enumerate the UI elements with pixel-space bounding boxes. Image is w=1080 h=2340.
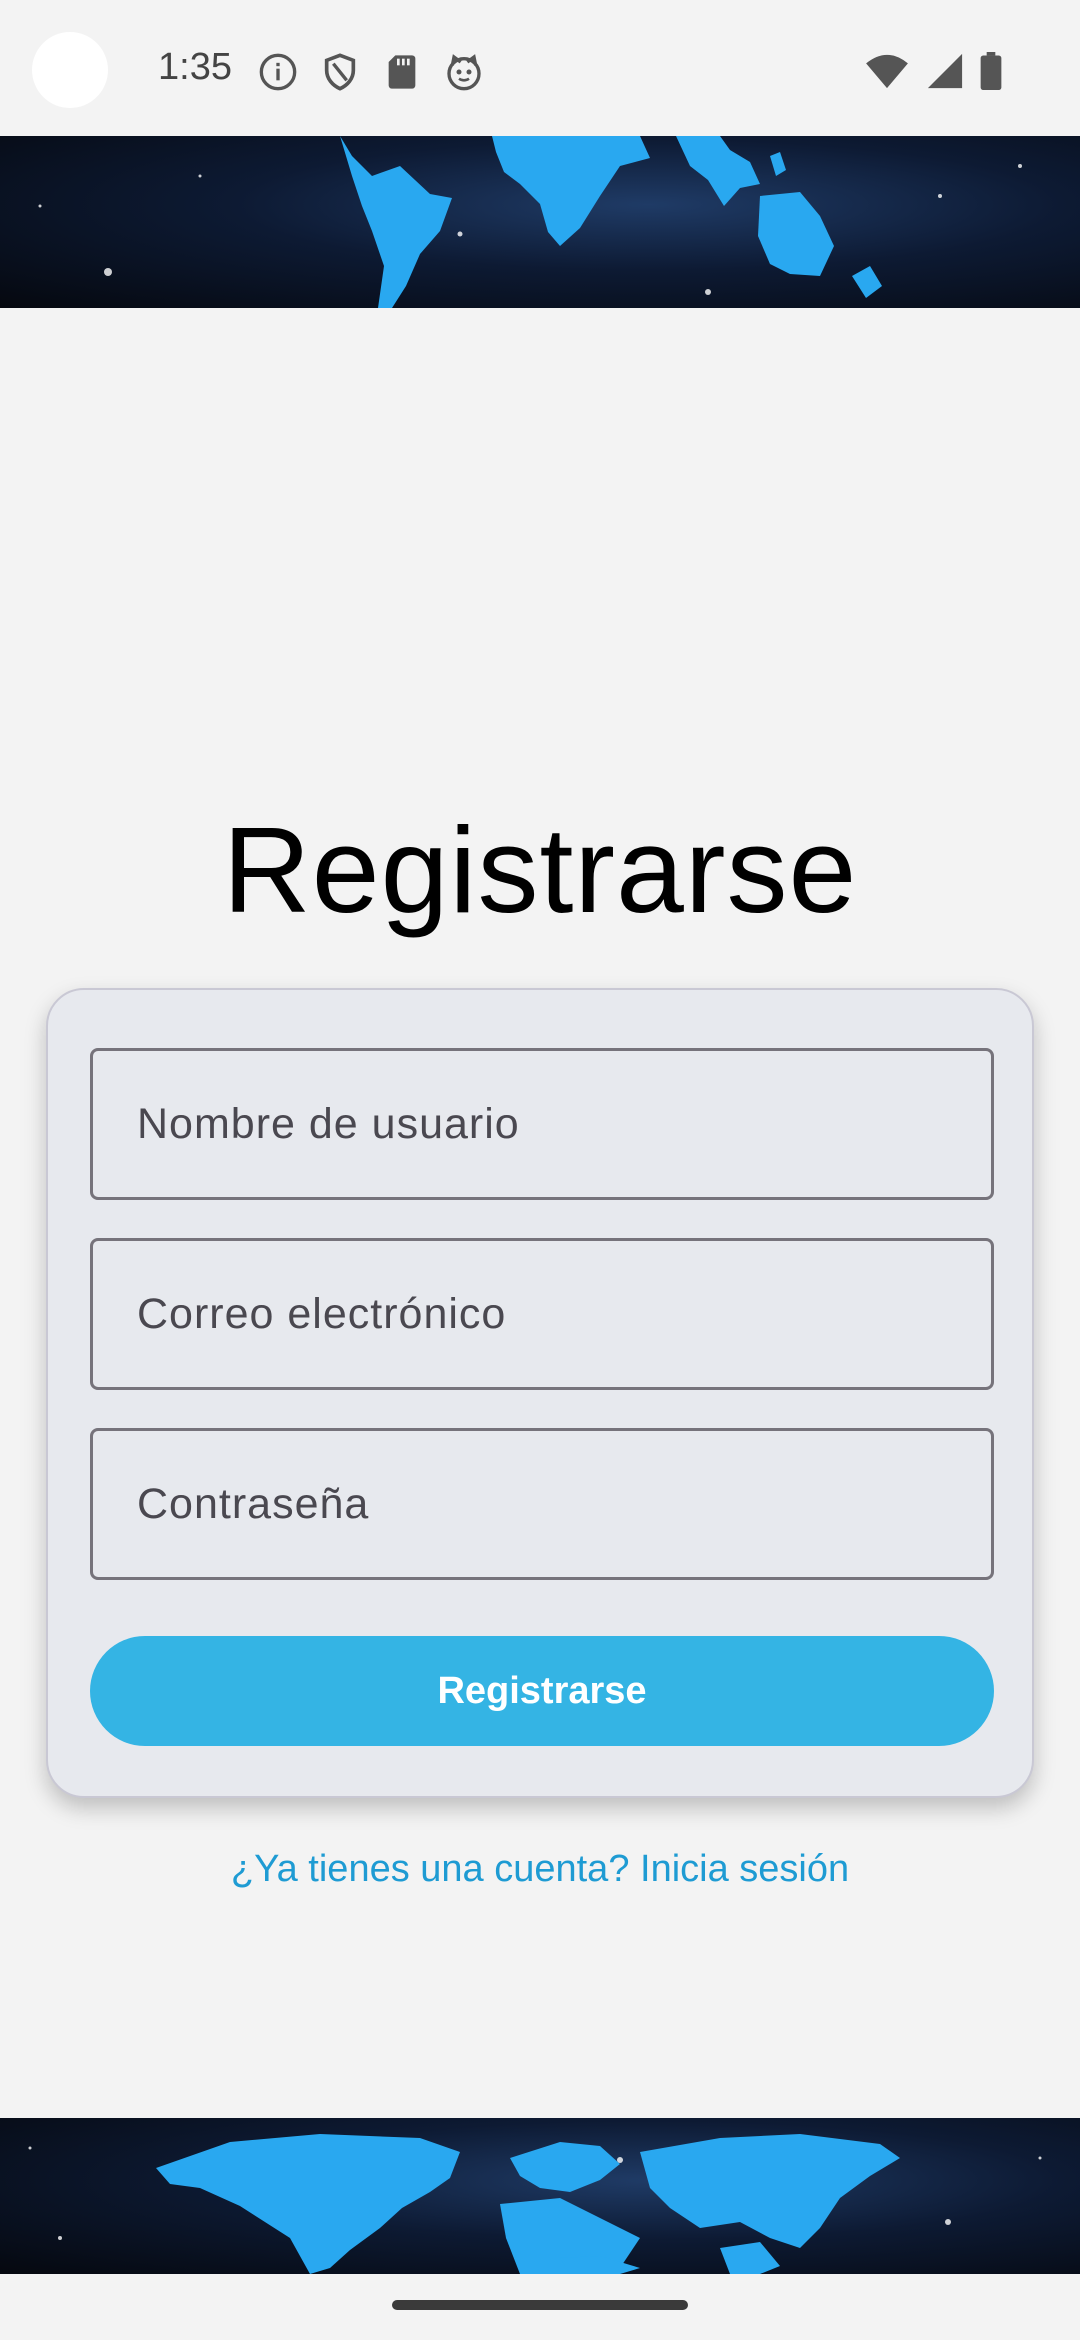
register-button-label: Registrarse <box>437 1669 647 1712</box>
page-title: Registrarse <box>222 802 858 938</box>
status-time: 1:35 <box>158 46 232 88</box>
login-link[interactable]: ¿Ya tienes una cuenta? Inicia sesión <box>0 1848 1080 1891</box>
register-button[interactable]: Registrarse <box>90 1636 994 1746</box>
email-field[interactable]: Correo electrónico <box>90 1238 994 1390</box>
info-icon <box>258 52 298 97</box>
sd-card-icon <box>382 52 422 97</box>
home-gesture-handle[interactable] <box>392 2300 688 2310</box>
signal-icon <box>926 52 964 95</box>
wifi-icon <box>864 52 910 95</box>
username-field[interactable]: Nombre de usuario <box>90 1048 994 1200</box>
world-map-banner-top <box>0 136 1080 308</box>
password-placeholder: Contraseña <box>137 1479 370 1528</box>
world-map-banner-bottom <box>0 2118 1080 2274</box>
camera-cutout <box>32 32 108 108</box>
cat-face-icon <box>444 52 484 97</box>
register-card: Nombre de usuario Correo electrónico Con… <box>46 988 1034 1798</box>
battery-icon <box>980 52 1002 95</box>
username-placeholder: Nombre de usuario <box>137 1099 520 1148</box>
shield-icon <box>320 52 360 97</box>
status-bar: 1:35 <box>0 0 1080 136</box>
password-field[interactable]: Contraseña <box>90 1428 994 1580</box>
email-placeholder: Correo electrónico <box>137 1289 507 1338</box>
